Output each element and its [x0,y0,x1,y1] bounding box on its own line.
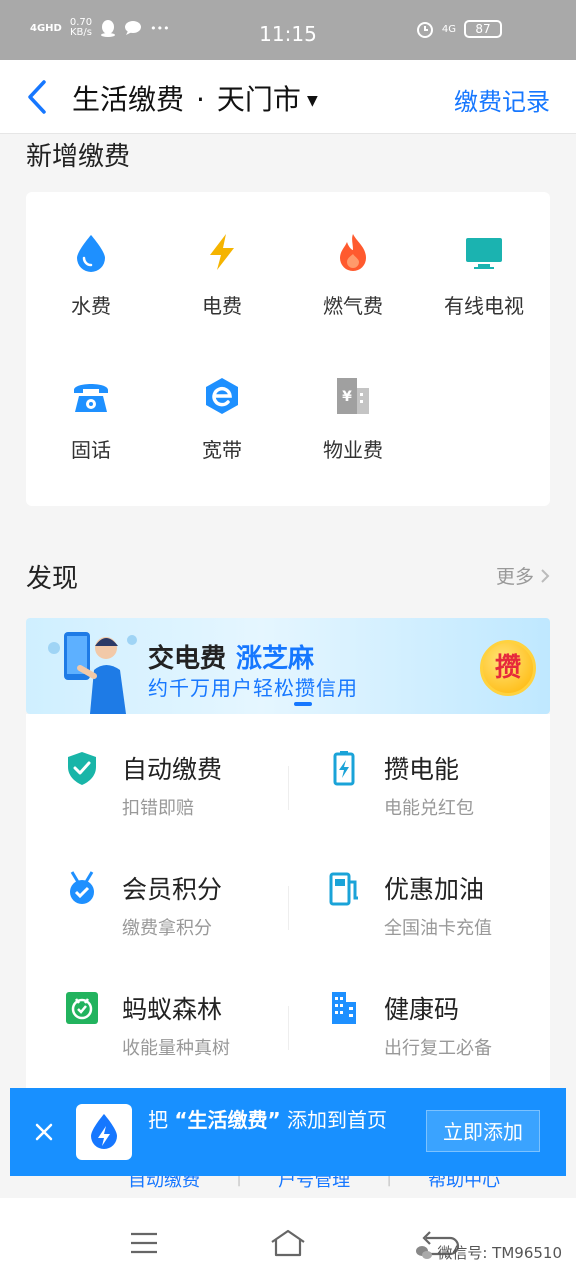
lightning-icon [210,234,234,270]
close-icon[interactable] [34,1122,54,1142]
discover-item-title: 蚂蚁森林 [122,995,223,1024]
watermark: 微信号: TM96510 [415,1242,562,1263]
signal-4g: 4G [441,23,456,35]
pay-item-label: 电费 [202,294,242,318]
building-icon: ¥ [337,378,369,414]
discover-item-title: 自动缴费 [122,755,223,784]
add-to-home-bar: 把 “生活缴费” 添加到首页 立即添加 [10,1088,566,1176]
wechat-icon [415,1246,432,1259]
pay-item-label: 固话 [71,438,111,462]
city-dropdown-icon[interactable]: ▼ [307,93,318,109]
banner-badge: 攒 [480,640,536,696]
alarm-icon [416,22,433,38]
utility-app-icon [91,1114,117,1149]
discover-item-ant-forest[interactable]: 蚂蚁森林 收能量种真树 [26,954,288,1074]
banner-title: 交电费 涨芝麻 [148,638,314,675]
title-separator: · [196,83,205,116]
discover-item-subtitle: 全国油卡充值 [384,918,492,939]
pay-item-electricity[interactable]: 电费 [157,232,287,319]
discover-item-title: 会员积分 [122,875,223,904]
banner-title-text: 交电费 [148,644,227,674]
water-drop-icon [77,235,105,272]
pay-item-label: 物业费 [323,438,383,462]
add-to-home-message: 把 “生活缴费” 添加到首页 [148,1106,408,1134]
pay-item-cable-tv[interactable]: 有线电视 [419,232,549,319]
back-arrow-icon[interactable] [22,78,52,116]
add-text-app-name: “生活缴费” [174,1108,281,1132]
fuel-pump-icon [329,872,358,906]
discover-more-link[interactable]: 更多 [496,562,550,589]
banner-page-indicator [294,702,312,706]
pay-item-label: 有线电视 [444,294,524,318]
pay-item-broadband[interactable]: 宽带 [157,376,287,463]
telephone-icon [74,384,108,412]
chevron-right-icon [541,569,550,583]
discover-item-subtitle: 缴费拿积分 [122,918,212,939]
add-now-button[interactable]: 立即添加 [426,1110,540,1152]
discover-item-title: 攒电能 [384,755,460,784]
pay-item-label: 燃气费 [323,294,383,318]
page-title[interactable]: 生活缴费 · 天门市 ▼ [72,78,318,118]
discover-item-subtitle: 出行复工必备 [384,1038,492,1059]
payment-record-link[interactable]: 缴费记录 [454,82,550,117]
tree-icon [66,992,98,1024]
pay-item-water[interactable]: 水费 [26,232,156,319]
pay-item-label: 宽带 [202,438,242,462]
discover-item-subtitle: 电能兑红包 [384,798,474,819]
new-payment-card: 水费 电费 燃气费 有线电视 固话 宽带 ¥ 物业费 [26,192,550,506]
battery-icon [333,751,355,786]
status-right: 4G 87 [416,20,502,38]
discover-title: 发现 [26,564,79,594]
add-text-prefix: 把 [148,1108,168,1132]
person-phone-illustration [48,632,137,714]
home-icon[interactable] [270,1228,306,1258]
battery-indicator: 87 [464,20,502,38]
banner-subtitle: 约千万用户轻松攒信用 [148,676,358,700]
menu-icon[interactable] [130,1232,158,1254]
shield-check-icon [68,752,96,785]
pay-item-gas[interactable]: 燃气费 [288,232,418,319]
building-icon [332,992,356,1024]
tv-icon [466,238,502,269]
discover-item-title: 健康码 [384,995,460,1024]
new-payment-title: 新增缴费 [26,142,131,172]
pay-item-property[interactable]: ¥ 物业费 [288,376,418,463]
title-text: 生活缴费 [72,83,185,116]
broadband-icon [206,378,238,414]
app-header: 生活缴费 · 天门市 ▼ 缴费记录 [0,60,576,134]
status-bar: 4GHD 0.70 KB/s ••• 11:15 4G 87 [0,0,576,60]
discover-item-auto-pay[interactable]: 自动缴费 扣错即赔 [26,714,288,834]
pay-item-label: 水费 [71,294,111,318]
discover-item-subtitle: 收能量种真树 [122,1038,230,1059]
pay-item-landline[interactable]: 固话 [26,376,156,463]
city-selector[interactable]: 天门市 [217,83,301,116]
banner-highlight: 涨芝麻 [236,644,315,674]
discover-item-energy[interactable]: 攒电能 电能兑红包 [288,714,550,834]
discover-item-member-points[interactable]: 会员积分 缴费拿积分 [26,834,288,954]
discover-item-fuel[interactable]: 优惠加油 全国油卡充值 [288,834,550,954]
add-text-suffix: 添加到首页 [287,1108,388,1132]
svg-text:¥: ¥ [342,389,352,405]
flame-icon [340,234,366,271]
more-label: 更多 [495,566,534,588]
discover-item-title: 优惠加油 [384,875,485,904]
watermark-text: 微信号: TM96510 [437,1244,562,1262]
discover-item-subtitle: 扣错即赔 [122,798,194,819]
promo-banner[interactable]: 交电费 涨芝麻 约千万用户轻松攒信用 攒 [26,618,550,714]
system-nav-bar: 微信号: TM96510 [0,1198,576,1280]
discover-list: 自动缴费 扣错即赔 攒电能 电能兑红包 会员积分 缴费拿积分 优惠加油 全国油卡… [26,714,550,1094]
discover-item-health-code[interactable]: 健康码 出行复工必备 [288,954,550,1074]
app-tile [76,1104,132,1160]
medal-icon [70,871,94,904]
